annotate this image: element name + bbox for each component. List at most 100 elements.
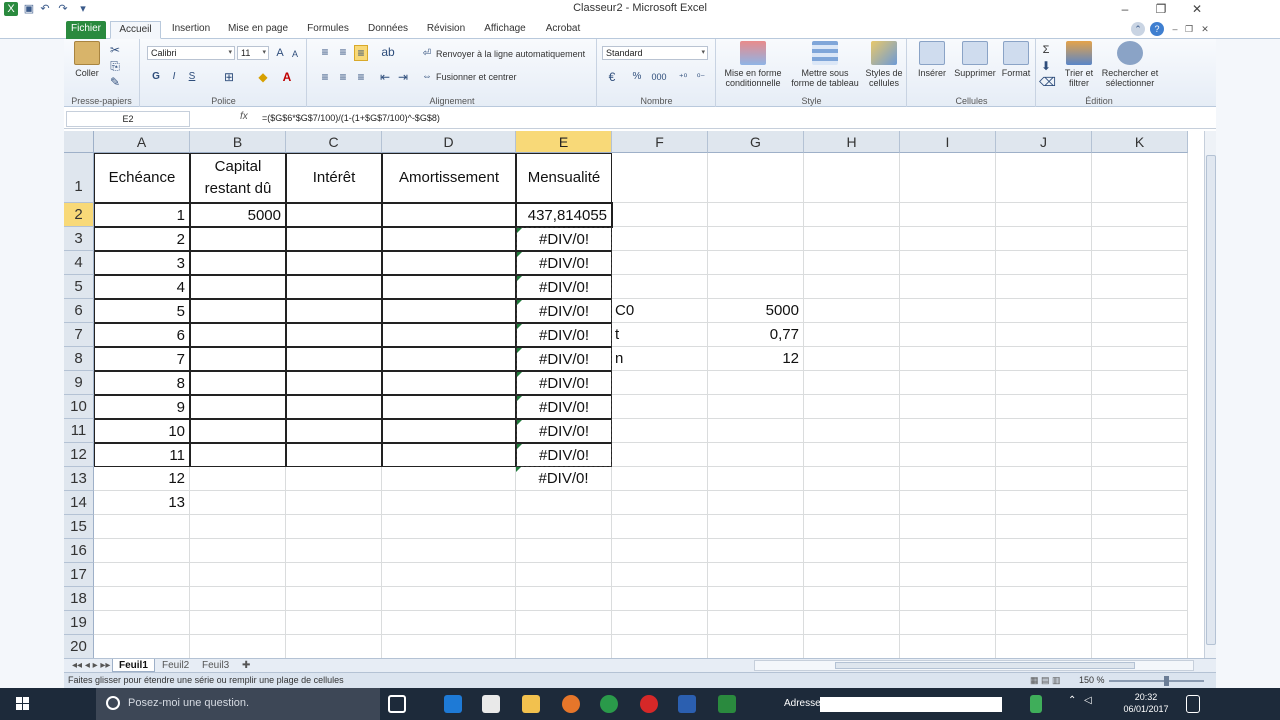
cell[interactable] — [94, 563, 190, 587]
row-header-3[interactable]: 3 — [64, 227, 94, 251]
cell[interactable] — [1092, 491, 1188, 515]
cell[interactable] — [1092, 539, 1188, 563]
tab-insertion[interactable]: Insertion — [168, 21, 214, 39]
zoom-level[interactable]: 150 % — [1079, 675, 1105, 685]
select-all-corner[interactable] — [64, 131, 94, 153]
echeance-cell[interactable]: 13 — [94, 491, 190, 515]
row-header-18[interactable]: 18 — [64, 587, 94, 611]
cell[interactable] — [190, 515, 286, 539]
increase-decimal-icon[interactable]: ⁺⁰ — [676, 70, 690, 84]
conditional-formatting-button[interactable]: Mise en forme conditionnelle — [719, 41, 787, 88]
tray-icon[interactable] — [1030, 695, 1042, 713]
network-icon[interactable]: ⌃ — [1068, 695, 1080, 713]
italic-button[interactable]: I — [167, 70, 181, 84]
cell[interactable] — [516, 587, 612, 611]
table-cell[interactable] — [382, 227, 516, 251]
table-cell[interactable] — [382, 203, 516, 227]
cell[interactable] — [1092, 419, 1188, 443]
cell[interactable] — [612, 563, 708, 587]
cell[interactable] — [1092, 299, 1188, 323]
align-center-icon[interactable]: ≡ — [336, 70, 350, 84]
firefox-icon[interactable] — [562, 695, 580, 713]
cell[interactable] — [900, 323, 996, 347]
cell[interactable] — [996, 371, 1092, 395]
cell[interactable] — [996, 587, 1092, 611]
echeance-cell[interactable]: 10 — [94, 419, 190, 443]
error-cell[interactable]: #DIV/0! — [516, 443, 612, 467]
param-value-cell[interactable]: 12 — [708, 347, 804, 371]
tab-accueil[interactable]: Accueil — [110, 21, 161, 39]
row-header-15[interactable]: 15 — [64, 515, 94, 539]
table-cell[interactable] — [190, 347, 286, 371]
cell[interactable] — [900, 635, 996, 658]
cell[interactable] — [804, 515, 900, 539]
table-cell[interactable] — [286, 251, 382, 275]
cell[interactable] — [708, 153, 804, 203]
tab-affichage[interactable]: Affichage — [480, 21, 530, 39]
row-header-12[interactable]: 12 — [64, 443, 94, 467]
cell[interactable] — [804, 491, 900, 515]
mensualite-cell[interactable]: 437,814055 — [516, 203, 612, 227]
cell[interactable] — [900, 275, 996, 299]
workbook-minimize-icon[interactable]: – — [1168, 22, 1182, 36]
cell[interactable] — [190, 467, 286, 491]
cell[interactable] — [804, 611, 900, 635]
cell[interactable] — [996, 299, 1092, 323]
cell[interactable] — [516, 515, 612, 539]
table-header-cell[interactable]: Capital restant dû — [190, 153, 286, 203]
cell[interactable] — [804, 251, 900, 275]
sheet-tab-feuil3[interactable]: Feuil3 — [196, 659, 235, 672]
echeance-cell[interactable]: 8 — [94, 371, 190, 395]
tab-revision[interactable]: Révision — [423, 21, 469, 39]
table-header-cell[interactable]: Echéance — [94, 153, 190, 203]
delete-cells-button[interactable]: Supprimer — [954, 41, 996, 78]
table-cell[interactable] — [286, 299, 382, 323]
error-cell[interactable]: #DIV/0! — [516, 227, 612, 251]
decrease-indent-icon[interactable]: ⇤ — [378, 70, 392, 84]
address-input[interactable] — [820, 697, 1002, 712]
cell[interactable] — [900, 153, 996, 203]
echeance-cell[interactable]: 11 — [94, 443, 190, 467]
vertical-scrollbar[interactable] — [1204, 131, 1216, 658]
cell[interactable] — [1092, 443, 1188, 467]
echeance-cell[interactable]: 5 — [94, 299, 190, 323]
param-label-cell[interactable]: C0 — [612, 299, 708, 323]
cell[interactable] — [996, 203, 1092, 227]
cell[interactable] — [1092, 395, 1188, 419]
cell[interactable] — [708, 611, 804, 635]
echeance-cell[interactable]: 7 — [94, 347, 190, 371]
new-sheet-icon[interactable]: ✚ — [236, 659, 256, 672]
cell[interactable] — [708, 275, 804, 299]
cell[interactable] — [900, 395, 996, 419]
table-cell[interactable] — [190, 419, 286, 443]
zoom-slider-thumb[interactable] — [1164, 676, 1169, 686]
cell[interactable] — [708, 515, 804, 539]
row-header-13[interactable]: 13 — [64, 467, 94, 491]
cell[interactable] — [382, 587, 516, 611]
table-cell[interactable] — [382, 323, 516, 347]
underline-button[interactable]: S — [185, 70, 199, 84]
zoom-slider[interactable] — [1109, 680, 1204, 682]
cell[interactable] — [94, 515, 190, 539]
row-header-11[interactable]: 11 — [64, 419, 94, 443]
cell[interactable] — [900, 467, 996, 491]
table-cell[interactable] — [382, 275, 516, 299]
merge-center-button[interactable]: Fusionner et centrer — [436, 72, 517, 82]
table-cell[interactable] — [190, 323, 286, 347]
align-left-icon[interactable]: ≡ — [318, 70, 332, 84]
cut-icon[interactable]: ✂ — [108, 43, 122, 57]
error-cell[interactable]: #DIV/0! — [516, 419, 612, 443]
table-cell[interactable] — [190, 251, 286, 275]
cell[interactable] — [94, 635, 190, 658]
error-cell[interactable]: #DIV/0! — [516, 299, 612, 323]
cell[interactable] — [1092, 563, 1188, 587]
error-cell[interactable]: #DIV/0! — [516, 347, 612, 371]
app-icon[interactable] — [600, 695, 618, 713]
table-header-cell[interactable]: Intérêt — [286, 153, 382, 203]
cell[interactable] — [612, 515, 708, 539]
cell[interactable] — [94, 587, 190, 611]
cell[interactable] — [804, 299, 900, 323]
cell[interactable] — [996, 539, 1092, 563]
row-header-6[interactable]: 6 — [64, 299, 94, 323]
param-label-cell[interactable]: n — [612, 347, 708, 371]
